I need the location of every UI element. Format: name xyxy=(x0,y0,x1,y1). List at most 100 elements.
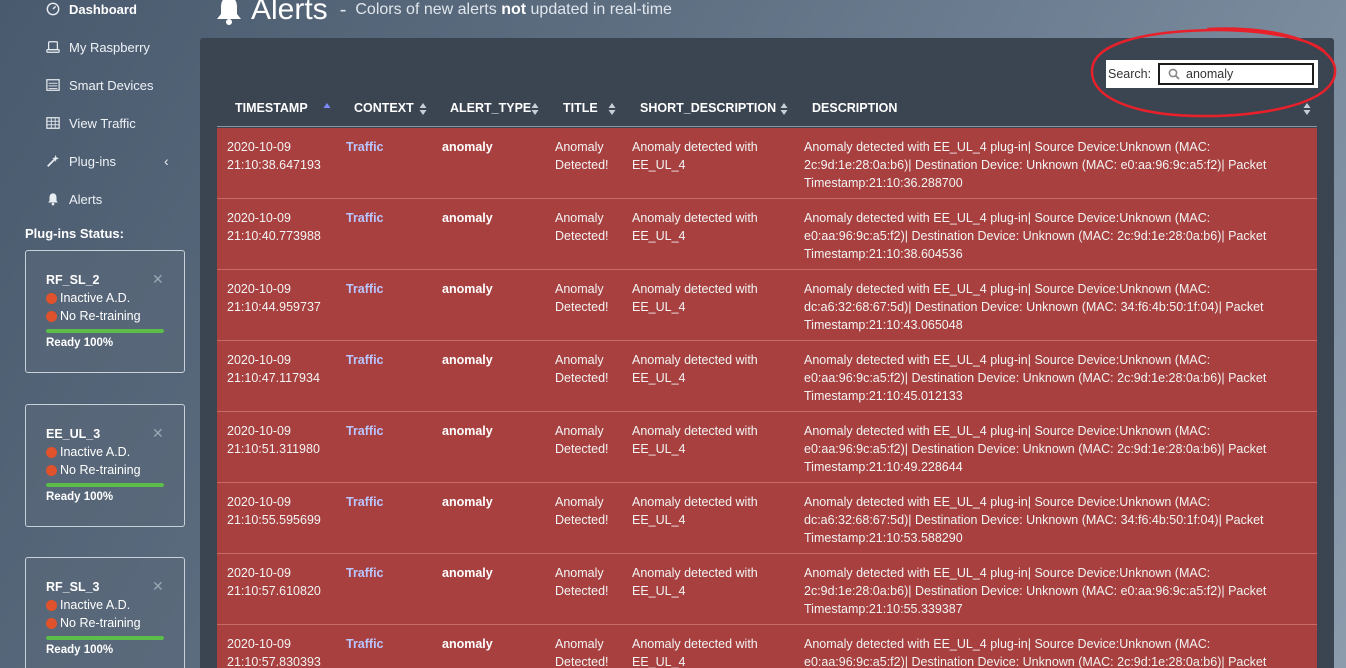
table-row[interactable]: 2020-10-09 21:10:44.959737 Traffic anomal… xyxy=(217,270,1317,341)
sort-icon[interactable] xyxy=(608,101,616,117)
table-header: TIMESTAMP CONTEXT ALERT_TYPE TITLE SHORT… xyxy=(217,92,1317,127)
table-row[interactable]: 2020-10-09 21:10:57.610820 Traffic anomal… xyxy=(217,554,1317,625)
nav-item-alerts[interactable]: Alerts xyxy=(45,189,102,209)
table-row[interactable]: 2020-10-09 21:10:38.647193 Traffic anomal… xyxy=(217,128,1317,199)
title-separator: - xyxy=(339,0,347,21)
cell-context-link[interactable]: Traffic xyxy=(346,280,384,298)
desc-line: Anomaly detected with EE_UL_4 plug-in| S… xyxy=(804,566,1211,580)
search-box: Search: xyxy=(1106,60,1318,88)
cell-description: Anomaly detected with EE_UL_4 plug-in| S… xyxy=(804,564,1304,618)
search-input[interactable] xyxy=(1160,65,1312,83)
nav-item-dashboard[interactable]: Dashboard xyxy=(45,0,137,19)
cell-short-description: Anomaly detected with EE_UL_4 xyxy=(632,493,792,529)
column-header-description[interactable]: DESCRIPTION xyxy=(812,101,897,115)
desc-line: dc:a6:32:68:67:5d)| Destination Device: … xyxy=(804,513,1264,527)
table-row[interactable]: 2020-10-09 21:10:40.773988 Traffic anomal… xyxy=(217,199,1317,270)
nav-item-plug-ins[interactable]: Plug-ins xyxy=(45,151,116,171)
nav-label: My Raspberry xyxy=(69,39,150,55)
page-header: Alerts - Colors of new alerts not update… xyxy=(215,0,672,30)
chevron-left-icon[interactable]: ‹ xyxy=(164,153,169,169)
desc-line: e0:aa:96:9c:a5:f2)| Destination Device: … xyxy=(804,229,1267,243)
timestamp-date: 2020-10-09 xyxy=(227,140,291,154)
cell-context-link[interactable]: Traffic xyxy=(346,493,384,511)
cell-short-description: Anomaly detected with EE_UL_4 xyxy=(632,138,792,174)
cell-timestamp: 2020-10-09 21:10:38.647193 xyxy=(227,138,337,174)
search-label: Search: xyxy=(1108,67,1152,81)
close-icon[interactable]: ✕ xyxy=(152,578,164,595)
column-header-timestamp[interactable]: TIMESTAMP xyxy=(235,101,308,115)
plugin-status-ad: Inactive A.D. xyxy=(46,598,130,612)
desc-line: e0:aa:96:9c:a5:f2)| Destination Device: … xyxy=(804,371,1267,385)
nav-label: Smart Devices xyxy=(69,77,154,93)
plugin-ready-text: Ready 100% xyxy=(46,337,114,349)
table-row[interactable]: 2020-10-09 21:10:47.117934 Traffic anomal… xyxy=(217,341,1317,412)
nav-label: View Traffic xyxy=(69,115,136,131)
sort-icon[interactable] xyxy=(419,101,427,117)
subtitle-text: updated in real-time xyxy=(530,1,672,18)
desc-line: Anomaly detected with EE_UL_4 plug-in| S… xyxy=(804,495,1211,509)
nav-item-smart-devices[interactable]: Smart Devices xyxy=(45,75,154,95)
timestamp-date: 2020-10-09 xyxy=(227,211,291,225)
sort-icon[interactable] xyxy=(1303,101,1311,117)
cell-description: Anomaly detected with EE_UL_4 plug-in| S… xyxy=(804,493,1304,547)
close-icon[interactable]: ✕ xyxy=(152,425,164,442)
nav-label: Alerts xyxy=(69,191,103,207)
timestamp-time: 21:10:40.773988 xyxy=(227,229,321,243)
timestamp-time: 21:10:57.610820 xyxy=(227,584,321,598)
table-row[interactable]: 2020-10-09 21:10:57.830393 Traffic anomal… xyxy=(217,625,1317,668)
title-line: Detected! xyxy=(555,655,609,668)
column-header-title[interactable]: TITLE xyxy=(563,101,598,115)
column-header-alert-type[interactable]: ALERT_TYPE xyxy=(450,101,531,115)
short-line: EE_UL_4 xyxy=(632,655,686,668)
desc-line: Timestamp:21:10:53.588290 xyxy=(804,531,963,545)
cell-timestamp: 2020-10-09 21:10:57.830393 xyxy=(227,635,337,668)
cell-title: Anomaly Detected! xyxy=(555,422,625,458)
alerts-table: TIMESTAMP CONTEXT ALERT_TYPE TITLE SHORT… xyxy=(217,92,1317,668)
short-line: Anomaly detected with xyxy=(632,353,758,367)
cell-context-link[interactable]: Traffic xyxy=(346,209,384,227)
desc-line: Anomaly detected with EE_UL_4 plug-in| S… xyxy=(804,424,1211,438)
desc-line: Timestamp:21:10:45.012133 xyxy=(804,389,963,403)
cell-context-link[interactable]: Traffic xyxy=(346,635,384,653)
nav-label: Plug-ins xyxy=(69,153,116,169)
plugin-name: RF_SL_2 xyxy=(46,273,100,287)
cell-alert-type: anomaly xyxy=(442,424,493,438)
cell-context-link[interactable]: Traffic xyxy=(346,351,384,369)
column-header-context[interactable]: CONTEXT xyxy=(354,101,414,115)
cell-context-link[interactable]: Traffic xyxy=(346,422,384,440)
desc-line: 2c:9d:1e:28:0a:b6)| Destination Device: … xyxy=(804,584,1267,598)
cell-short-description: Anomaly detected with EE_UL_4 xyxy=(632,422,792,458)
nav-item-my-raspberry[interactable]: My Raspberry xyxy=(45,37,150,57)
title-line: Anomaly xyxy=(555,211,604,225)
table-row[interactable]: 2020-10-09 21:10:51.311980 Traffic anomal… xyxy=(217,412,1317,483)
plugin-status-retraining: No Re-training xyxy=(46,463,141,477)
device-icon xyxy=(45,39,61,55)
title-line: Detected! xyxy=(555,442,609,456)
cell-description: Anomaly detected with EE_UL_4 plug-in| S… xyxy=(804,422,1304,476)
cell-title: Anomaly Detected! xyxy=(555,493,625,529)
timestamp-time: 21:10:55.595699 xyxy=(227,513,321,527)
cell-context-link[interactable]: Traffic xyxy=(346,564,384,582)
title-line: Detected! xyxy=(555,300,609,314)
bell-icon xyxy=(217,0,241,25)
bell-icon xyxy=(45,191,61,207)
nav-item-view-traffic[interactable]: View Traffic xyxy=(45,113,136,133)
table-body: 2020-10-09 21:10:38.647193 Traffic anomal… xyxy=(217,128,1317,668)
timestamp-date: 2020-10-09 xyxy=(227,495,291,509)
short-line: Anomaly detected with xyxy=(632,211,758,225)
sort-icon[interactable] xyxy=(780,101,788,117)
cell-context-link[interactable]: Traffic xyxy=(346,138,384,156)
title-line: Detected! xyxy=(555,229,609,243)
sort-asc-icon[interactable] xyxy=(323,101,331,117)
plugin-card: RF_SL_3 ✕ Inactive A.D. No Re-training R… xyxy=(25,557,185,668)
cell-timestamp: 2020-10-09 21:10:51.311980 xyxy=(227,422,337,458)
sort-icon[interactable] xyxy=(531,101,539,117)
table-icon xyxy=(45,115,61,131)
column-header-short-description[interactable]: SHORT_DESCRIPTION xyxy=(640,101,776,115)
title-line: Detected! xyxy=(555,584,609,598)
close-icon[interactable]: ✕ xyxy=(152,271,164,288)
plugin-status-ad: Inactive A.D. xyxy=(46,291,130,305)
table-row[interactable]: 2020-10-09 21:10:55.595699 Traffic anomal… xyxy=(217,483,1317,554)
cell-alert-type: anomaly xyxy=(442,353,493,367)
cell-timestamp: 2020-10-09 21:10:55.595699 xyxy=(227,493,337,529)
